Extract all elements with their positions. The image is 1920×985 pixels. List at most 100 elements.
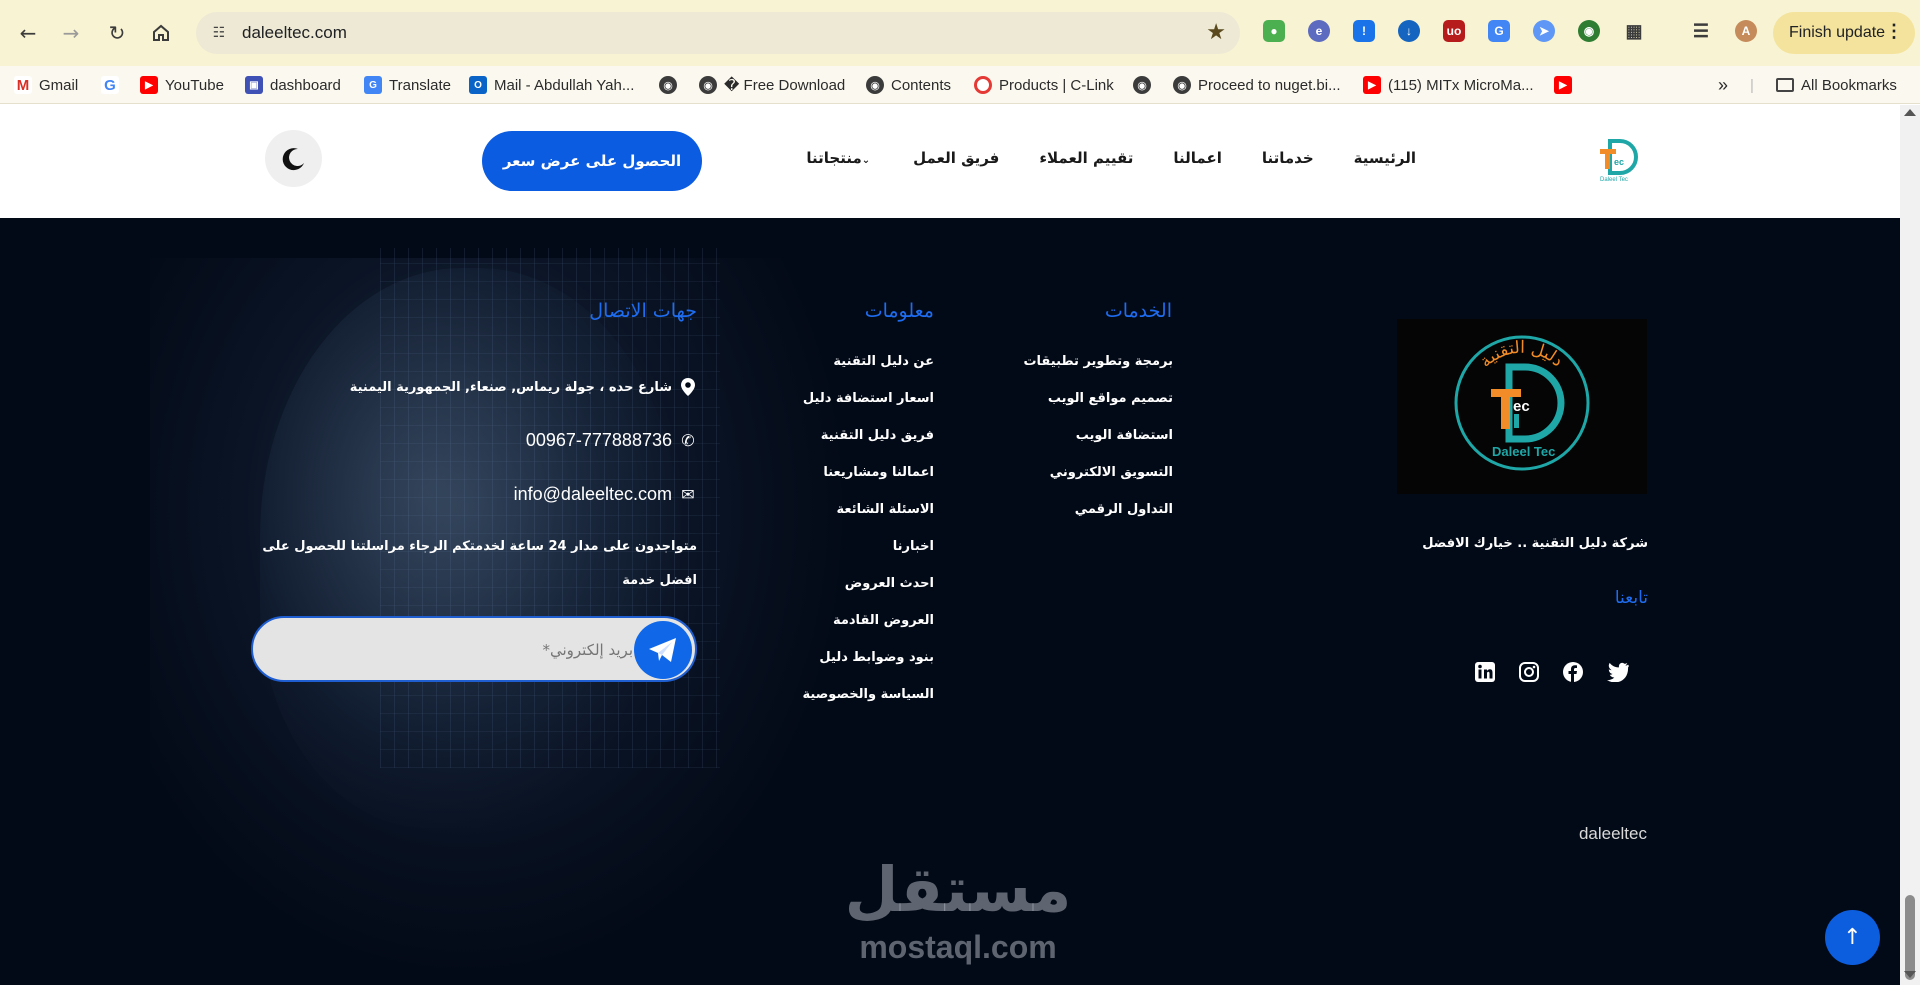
address-text: شارع حده ، جولة ريماس, صنعاء, الجمهورية …	[349, 379, 672, 395]
download-extension-icon[interactable]: ↓	[1398, 20, 1420, 42]
reload-icon[interactable]: ↻	[101, 17, 133, 49]
scroll-to-top-button[interactable]: ↑	[1825, 910, 1880, 965]
finish-update-button[interactable]: Finish update ⋮	[1773, 12, 1915, 54]
bookmark-star-icon[interactable]: ★	[1206, 20, 1226, 45]
contact-phone[interactable]: ✆ 00967-777888736	[526, 430, 697, 451]
menu-item-home[interactable]: الرئيسية	[1354, 149, 1416, 167]
ublock-icon[interactable]: uo	[1443, 20, 1465, 42]
extension-icon[interactable]: ●	[1263, 20, 1285, 42]
forward-icon[interactable]: →	[55, 17, 87, 49]
menu-item-reviews[interactable]: تقييم العملاء	[1039, 149, 1133, 167]
footer-link[interactable]: السياسة والخصوصية	[803, 687, 934, 702]
globe-icon: ◉	[659, 76, 677, 94]
bookmark-label: Products | C-Link	[999, 76, 1114, 94]
get-quote-button[interactable]: الحصول على عرض سعر	[482, 131, 702, 191]
bookmark-mitx[interactable]: ▶ (115) MITx MicroMa...	[1363, 75, 1534, 95]
bookmark-youtube-2[interactable]: ▶	[1554, 75, 1572, 95]
bookmarks-bar: M Gmail G ▶ YouTube ▣ dashboard G Transl…	[0, 66, 1920, 104]
globe-extension-icon[interactable]: ◉	[1578, 20, 1600, 42]
globe-icon: ◉	[1173, 76, 1191, 94]
translate-extension-icon[interactable]: G	[1488, 20, 1510, 42]
footer-link[interactable]: عن دليل التقنية	[833, 354, 934, 369]
phone-text: 00967-777888736	[525, 430, 672, 450]
contact-email[interactable]: ✉ info@daleeltec.com	[514, 484, 697, 505]
bookmarks-overflow-icon[interactable]: »	[1718, 75, 1728, 95]
bookmark-contents[interactable]: ◉ Contents	[866, 75, 951, 95]
bookmark-google[interactable]: G	[101, 75, 119, 95]
scroll-down-arrow-icon[interactable]	[1904, 971, 1916, 978]
site-info-icon[interactable]: ☷	[208, 22, 230, 44]
linkedin-icon[interactable]	[1473, 660, 1497, 684]
menu-item-team[interactable]: فريق العمل	[913, 149, 999, 167]
newsletter-email-input[interactable]	[273, 636, 633, 664]
footer-brand: daleeltec	[1578, 824, 1647, 843]
footer-link[interactable]: العروض القادمة	[833, 613, 934, 628]
home-icon[interactable]	[145, 17, 177, 49]
footer-link[interactable]: اعمالنا ومشاريعنا	[823, 465, 934, 480]
phone-icon: ✆	[681, 432, 695, 450]
instagram-icon[interactable]	[1517, 660, 1541, 684]
send-button[interactable]	[634, 621, 692, 679]
menu-item-works[interactable]: اعمالنا	[1173, 149, 1221, 167]
all-bookmarks-label: All Bookmarks	[1801, 76, 1897, 94]
all-bookmarks[interactable]: All Bookmarks	[1776, 75, 1897, 95]
bookmark-label: Contents	[891, 76, 952, 94]
twitter-icon[interactable]	[1606, 660, 1630, 684]
footer-link[interactable]: التسويق الالكتروني	[1050, 465, 1173, 480]
shield-extension-icon[interactable]: !	[1353, 20, 1375, 42]
telegram-extension-icon[interactable]: ➤	[1533, 20, 1555, 42]
bookmark-label: Mail - Abdullah Yah...	[494, 76, 635, 94]
footer-link[interactable]: فريق دليل التقنية	[821, 428, 934, 443]
globe-icon: ◉	[699, 76, 717, 94]
footer-link[interactable]: الاسئلة الشائعة	[837, 502, 935, 517]
footer-link[interactable]: اخبارنا	[893, 539, 934, 554]
dark-mode-toggle[interactable]	[265, 130, 322, 187]
scrollbar-thumb[interactable]	[1905, 895, 1915, 980]
scroll-up-arrow-icon[interactable]	[1904, 109, 1916, 116]
bookmark-label: Gmail	[39, 76, 79, 94]
bookmark-translate[interactable]: G Translate	[364, 75, 451, 95]
bookmark-clink[interactable]: Products | C-Link	[974, 75, 1114, 95]
media-control-icon[interactable]: ☰	[1690, 20, 1712, 42]
bookmark-nuget[interactable]: ◉ Proceed to nuget.bi...	[1173, 75, 1341, 95]
bookmark-gmail[interactable]: M Gmail	[14, 75, 78, 95]
bookmark-mail[interactable]: O Mail - Abdullah Yah...	[469, 75, 634, 95]
bookmark-free-download[interactable]: ◉ � Free Download	[699, 75, 845, 95]
page-scrollbar[interactable]	[1900, 105, 1920, 985]
profile-avatar[interactable]: A	[1735, 20, 1757, 42]
footer-link[interactable]: استضافة الويب	[1076, 428, 1173, 443]
footer-link[interactable]: التداول الرقمي	[1075, 502, 1173, 517]
bookmark-globe[interactable]: ◉	[659, 75, 677, 95]
gmail-icon: M	[14, 76, 32, 94]
menu-item-products[interactable]: منتجاتنا⌄	[806, 149, 873, 167]
extension-icon[interactable]: e	[1308, 20, 1330, 42]
svg-text:Daleel Tec: Daleel Tec	[1600, 177, 1628, 183]
footer-link[interactable]: بنود وضوابط دليل	[819, 650, 934, 665]
footer-link[interactable]: احدث العروض	[845, 576, 934, 591]
newsletter-form	[251, 616, 697, 682]
url-text[interactable]: daleeltec.com	[242, 23, 347, 43]
extensions-puzzle-icon[interactable]: ▦	[1623, 20, 1645, 42]
facebook-icon[interactable]	[1561, 660, 1585, 684]
contact-title: جهات الاتصال	[589, 300, 697, 322]
google-icon: G	[101, 76, 119, 94]
outlook-icon: O	[469, 76, 487, 94]
back-icon[interactable]: ←	[12, 17, 44, 49]
site-logo[interactable]: ec Daleel Tec	[1596, 135, 1642, 183]
footer-link[interactable]: تصميم مواقع الويب	[1048, 391, 1173, 406]
more-menu-icon[interactable]: ⋮	[1885, 21, 1903, 42]
info-title: معلومات	[864, 300, 934, 322]
bookmark-dashboard[interactable]: ▣ dashboard	[245, 75, 341, 95]
circuit-pattern	[380, 248, 720, 768]
menu-item-products-label: منتجاتنا	[806, 149, 862, 167]
footer-link[interactable]: اسعار استضافة دليل	[803, 391, 934, 406]
availability-text: متواجدون على مدار 24 ساعة لخدمتكم الرجاء…	[262, 539, 697, 588]
footer-logo: دليل التقنية ec Daleel Tec	[1397, 319, 1647, 494]
address-bar[interactable]: ☷ daleeltec.com ★	[196, 12, 1240, 54]
youtube-icon: ▶	[1363, 76, 1381, 94]
finish-update-label: Finish update	[1789, 24, 1886, 41]
footer-link[interactable]: برمجة وتطوير تطبيقات	[1023, 354, 1173, 369]
bookmark-globe[interactable]: ◉	[1133, 75, 1151, 95]
menu-item-services[interactable]: خدماتنا	[1262, 149, 1314, 167]
bookmark-youtube[interactable]: ▶ YouTube	[140, 75, 224, 95]
